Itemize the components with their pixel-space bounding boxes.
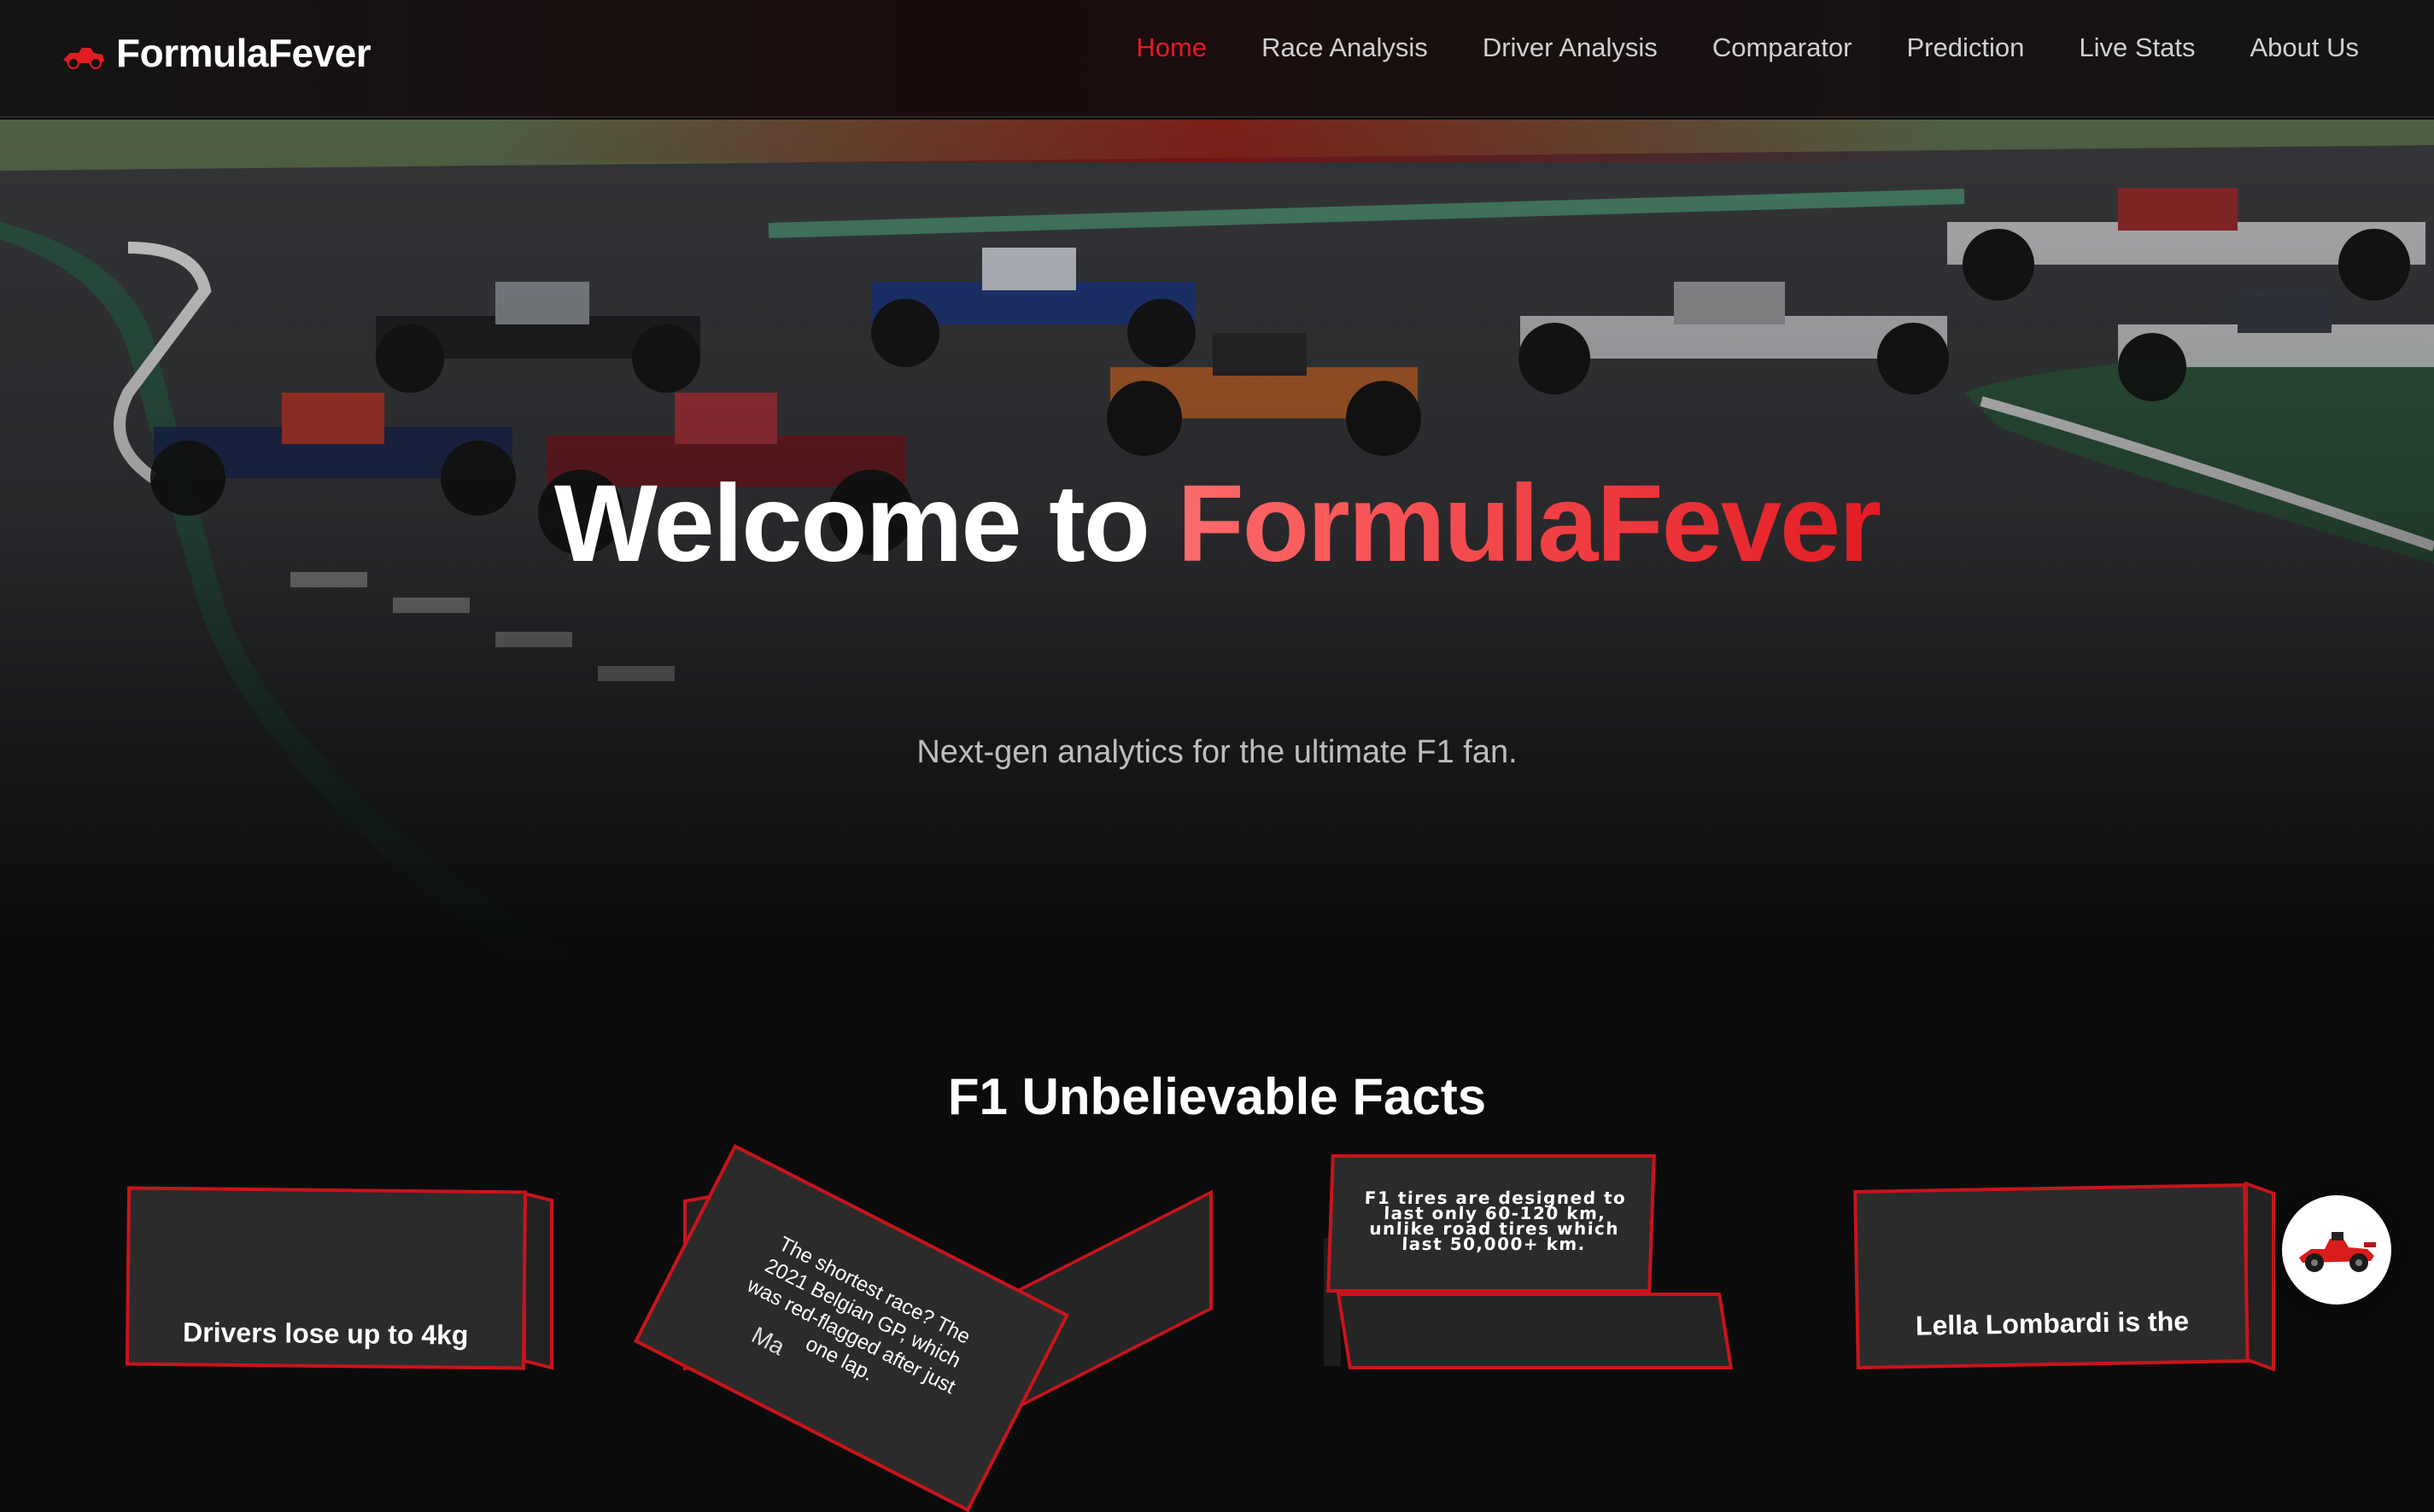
fact-cube-3[interactable]: F1 tires are designed to last only 60-12… [1326,1154,1656,1293]
main-menu: Home Race Analysis Driver Analysis Compa… [1136,32,2359,63]
fact-cube-1-side [523,1191,553,1370]
hero-section: Welcome to FormulaFever Next-gen analyti… [0,120,2434,973]
nav-item-live-stats[interactable]: Live Stats [2079,32,2195,63]
top-navbar: FormulaFever Home Race Analysis Driver A… [0,0,2434,118]
chatbot-launcher-button[interactable] [2282,1195,2391,1305]
brand-name: FormulaFever [116,31,372,75]
hero-title-prefix: Welcome to [553,463,1178,585]
hero-subtitle: Next-gen analytics for the ultimate F1 f… [916,734,1518,770]
nav-item-prediction[interactable]: Prediction [1907,32,2025,63]
fact-cube-1-text: Drivers lose up to 4kg [182,1316,469,1351]
hero-title: Welcome to FormulaFever [0,461,2434,587]
hero-title-accent: FormulaFever [1177,463,1881,585]
nav-item-driver-analysis[interactable]: Driver Analysis [1483,32,1658,63]
fact-cube-3-text: F1 tires are designed to last only 60-12… [1364,1188,1627,1254]
nav-item-comparator[interactable]: Comparator [1712,32,1852,63]
fact-cube-4-text: Lella Lombardi is the [1915,1305,2190,1341]
fact-cube-3-front [1336,1293,1734,1369]
fact-cube-1[interactable]: Drivers lose up to 4kg [125,1186,528,1370]
facts-section-title: F1 Unbelievable Facts [947,1068,1487,1125]
nav-item-race-analysis[interactable]: Race Analysis [1261,32,1428,63]
race-car-icon [63,48,104,69]
brand-logo[interactable]: FormulaFever [61,26,372,80]
f1-car-avatar-icon [2299,1232,2376,1272]
nav-item-about-us[interactable]: About Us [2250,32,2359,63]
nav-item-home[interactable]: Home [1136,32,1207,63]
fact-cube-4[interactable]: Lella Lombardi is the [1853,1183,2250,1369]
